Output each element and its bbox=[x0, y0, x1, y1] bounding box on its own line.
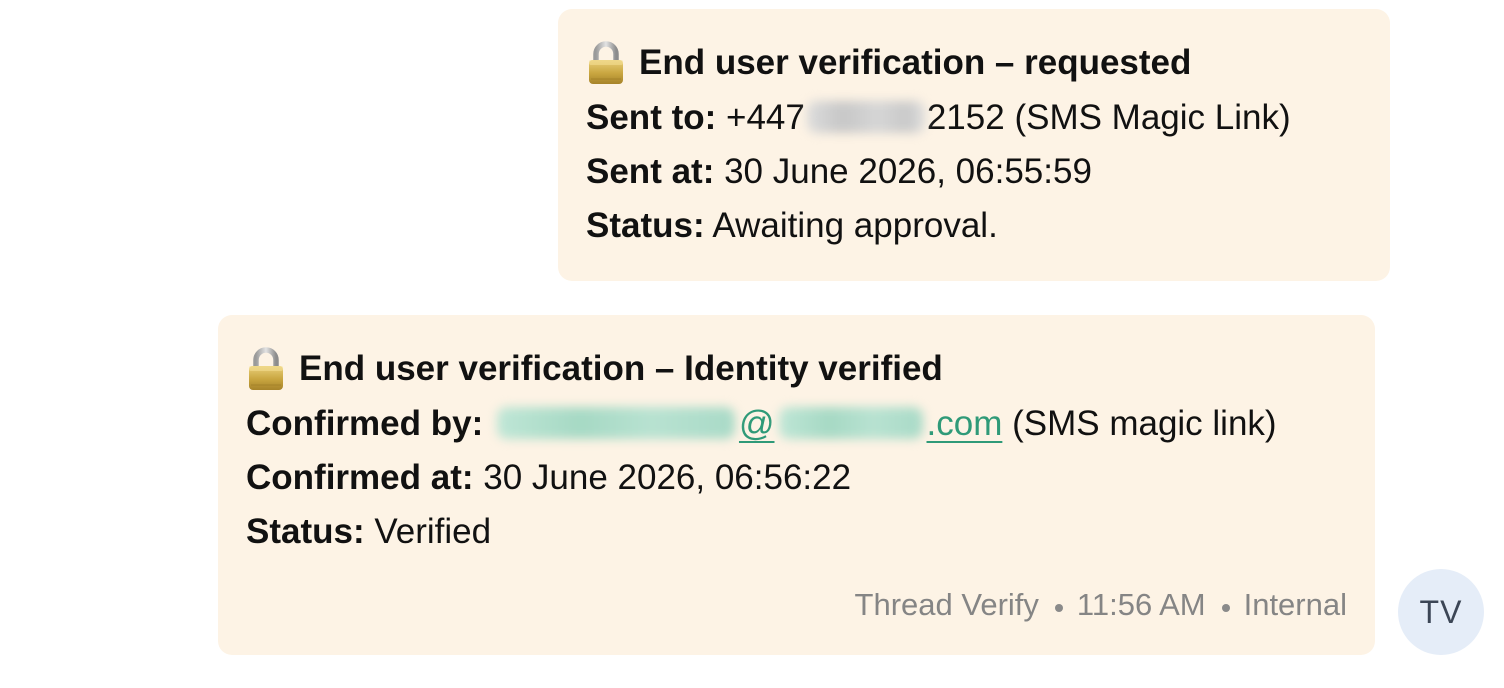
phone-prefix: +447 bbox=[726, 98, 805, 137]
email-tld: .com bbox=[926, 404, 1003, 443]
visibility-label: Internal bbox=[1243, 587, 1347, 622]
message-meta: Thread Verify 11:56 AM Internal bbox=[855, 587, 1347, 623]
sent-at-value: 30 June 2026, 06:55:59 bbox=[724, 152, 1092, 191]
sent-at-row: Sent at: 30 June 2026, 06:55:59 bbox=[586, 148, 1362, 196]
confirmed-by-label: Confirmed by: bbox=[246, 404, 484, 443]
redacted-email-domain bbox=[778, 407, 923, 439]
email-link[interactable]: @ .com bbox=[493, 404, 1002, 443]
delivery-method: (SMS magic link) bbox=[1012, 404, 1277, 443]
email-at: @ bbox=[738, 404, 775, 443]
status-value: Awaiting approval. bbox=[712, 206, 998, 245]
status-value: Verified bbox=[374, 512, 492, 551]
lock-icon bbox=[246, 347, 286, 391]
redacted-email-user bbox=[496, 407, 735, 439]
status-row: Status: Verified bbox=[246, 508, 1347, 556]
avatar-initials: TV bbox=[1419, 593, 1463, 630]
status-label: Status: bbox=[246, 512, 365, 551]
phone-suffix: 2152 bbox=[926, 98, 1005, 137]
message-title: End user verification – Identity verifie… bbox=[246, 345, 1347, 393]
redacted-phone-digits bbox=[806, 101, 925, 133]
message-time: 11:56 AM bbox=[1076, 587, 1206, 622]
status-label: Status: bbox=[586, 206, 705, 245]
separator-dot bbox=[1054, 604, 1063, 612]
sender-name: Thread Verify bbox=[854, 587, 1039, 622]
avatar[interactable]: TV bbox=[1398, 569, 1484, 655]
message-title-text: End user verification – Identity verifie… bbox=[299, 349, 943, 388]
confirmed-at-row: Confirmed at: 30 June 2026, 06:56:22 bbox=[246, 454, 1347, 502]
confirmed-at-label: Confirmed at: bbox=[246, 458, 474, 497]
delivery-method: (SMS Magic Link) bbox=[1014, 98, 1291, 137]
status-row: Status: Awaiting approval. bbox=[586, 202, 1362, 250]
message-bubble-verified: End user verification – Identity verifie… bbox=[218, 315, 1375, 655]
sent-to-row: Sent to: +447 2152 (SMS Magic Link) bbox=[586, 94, 1362, 142]
message-title-text: End user verification – requested bbox=[639, 43, 1192, 82]
lock-icon bbox=[586, 41, 626, 85]
message-bubble-requested: End user verification – requested Sent t… bbox=[558, 9, 1390, 281]
message-title: End user verification – requested bbox=[586, 39, 1362, 87]
sent-to-label: Sent to: bbox=[586, 98, 717, 137]
sent-at-label: Sent at: bbox=[586, 152, 715, 191]
confirmed-at-value: 30 June 2026, 06:56:22 bbox=[483, 458, 852, 497]
confirmed-by-row: Confirmed by: @ .com (SMS magic link) bbox=[246, 400, 1347, 448]
separator-dot bbox=[1221, 604, 1230, 612]
